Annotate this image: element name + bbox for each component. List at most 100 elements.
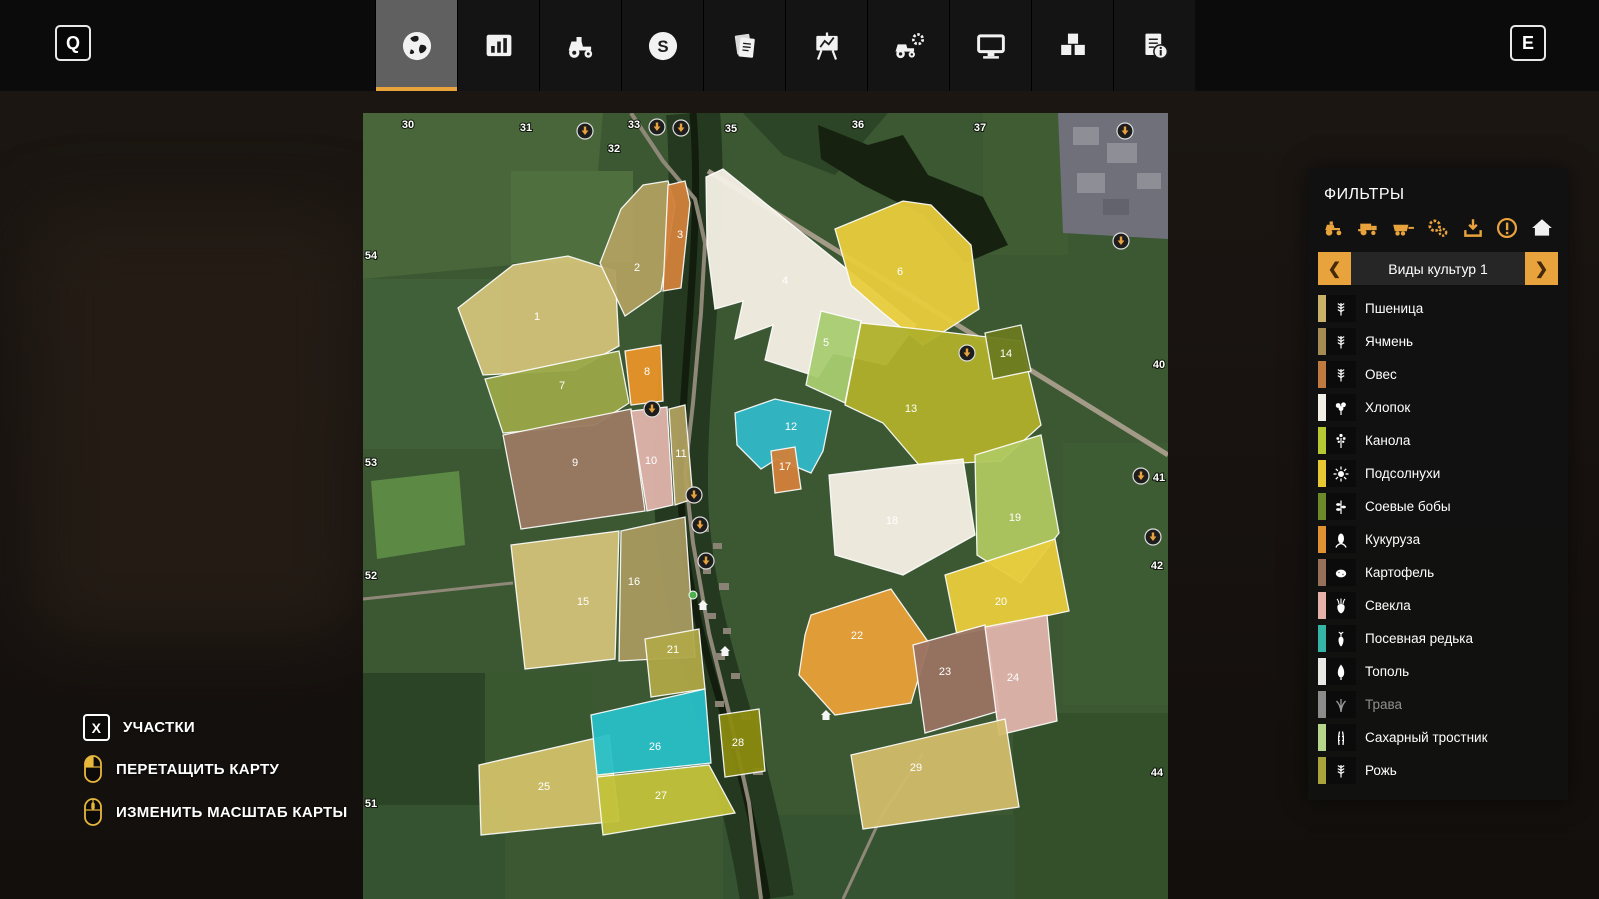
map-poi-download-icon[interactable] xyxy=(649,119,665,135)
tab-production[interactable] xyxy=(1031,0,1113,91)
category-prev-button[interactable]: ❮ xyxy=(1318,252,1351,285)
map-poi-download-icon[interactable] xyxy=(644,401,660,417)
field-number-label: 26 xyxy=(649,741,661,753)
crop-filter-row[interactable]: Свекла xyxy=(1318,590,1558,621)
crop-filter-row[interactable]: Хлопок xyxy=(1318,392,1558,423)
crop-filter-row[interactable]: Кукуруза xyxy=(1318,524,1558,555)
tab-display[interactable] xyxy=(949,0,1031,91)
poplar-icon xyxy=(1326,658,1356,685)
terrain-patch xyxy=(1073,127,1099,145)
filter-trailer-icon[interactable] xyxy=(1391,216,1415,240)
field-number-label: 7 xyxy=(559,380,565,392)
hint-label: ПЕРЕТАЩИТЬ КАРТУ xyxy=(116,761,279,778)
crop-label: Посевная редька xyxy=(1356,631,1473,646)
cotton-icon xyxy=(1326,394,1356,421)
tab-contracts[interactable] xyxy=(703,0,785,91)
map-poi-download-icon[interactable] xyxy=(673,120,689,136)
map-marker-dot xyxy=(689,591,697,599)
field-number-label: 5 xyxy=(823,337,829,349)
filter-download-icon[interactable] xyxy=(1461,216,1485,240)
crop-filter-row[interactable]: Пшеница xyxy=(1318,293,1558,324)
field-number-label: 20 xyxy=(995,596,1007,608)
filter-harvester-icon[interactable] xyxy=(1357,216,1381,240)
map-viewport[interactable]: 1234567891011121314151617181920212223242… xyxy=(363,113,1168,899)
map-field-21[interactable]: 21 xyxy=(645,629,705,697)
map-poi-download-icon[interactable] xyxy=(698,553,714,569)
sugarcane-icon xyxy=(1326,724,1356,751)
map-grid-label: 41 xyxy=(1153,472,1165,484)
tab-bar: S xyxy=(375,0,1195,91)
crop-color-swatch xyxy=(1318,394,1326,421)
grain-icon xyxy=(1326,328,1356,355)
map-poi-download-icon[interactable] xyxy=(1113,233,1129,249)
crop-filter-row[interactable]: Сахарный тростник xyxy=(1318,722,1558,753)
tab-prices[interactable] xyxy=(785,0,867,91)
filter-missions-icon[interactable] xyxy=(1495,216,1519,240)
crop-filter-row[interactable]: Посевная редька xyxy=(1318,623,1558,654)
map-building xyxy=(715,701,724,707)
map-poi-download-icon[interactable] xyxy=(1133,468,1149,484)
map-poi-download-icon[interactable] xyxy=(1145,529,1161,545)
grass-icon xyxy=(1326,691,1356,718)
terrain-patch xyxy=(371,471,465,559)
beet-icon xyxy=(1326,592,1356,619)
field-number-label: 10 xyxy=(645,455,657,467)
map-building xyxy=(731,673,740,679)
tab-statistics[interactable] xyxy=(457,0,539,91)
contracts-icon xyxy=(727,28,763,64)
crop-filter-row[interactable]: Канола xyxy=(1318,425,1558,456)
crop-filter-row[interactable]: Подсолнухи xyxy=(1318,458,1558,489)
map-building xyxy=(713,543,722,549)
crop-label: Рожь xyxy=(1356,763,1397,778)
svg-text:S: S xyxy=(657,37,668,56)
map-field-17[interactable]: 17 xyxy=(771,447,801,493)
map-field-15[interactable]: 15 xyxy=(511,531,619,669)
crop-color-swatch xyxy=(1318,460,1326,487)
crop-filter-row[interactable]: Тополь xyxy=(1318,656,1558,687)
crop-filter-row[interactable]: Ячмень xyxy=(1318,326,1558,357)
tab-map[interactable] xyxy=(375,0,457,91)
filter-tools-icon[interactable] xyxy=(1426,216,1450,240)
crop-label: Овес xyxy=(1356,367,1397,382)
crop-filter-row[interactable]: Трава xyxy=(1318,689,1558,720)
map-poi-download-icon[interactable] xyxy=(959,345,975,361)
map-building xyxy=(723,628,731,634)
map-field-8[interactable]: 8 xyxy=(625,345,663,405)
map-grid-label: 53 xyxy=(365,457,377,469)
field-number-label: 8 xyxy=(644,366,650,378)
crop-label: Ячмень xyxy=(1356,334,1413,349)
mouse-left-icon xyxy=(83,754,103,784)
map-poi-download-icon[interactable] xyxy=(1117,123,1133,139)
map-field-28[interactable]: 28 xyxy=(719,709,765,777)
field-number-label: 28 xyxy=(732,737,744,749)
filters-title: ФИЛЬТРЫ xyxy=(1308,168,1568,214)
radish-icon xyxy=(1326,625,1356,652)
key-hint-e: E xyxy=(1510,25,1546,61)
tab-help[interactable] xyxy=(1113,0,1195,91)
filter-home-icon[interactable] xyxy=(1530,216,1554,240)
field-number-label: 4 xyxy=(782,275,788,287)
filter-tractor-icon[interactable] xyxy=(1322,216,1346,240)
map-grid-label: 31 xyxy=(520,122,532,134)
field-number-label: 25 xyxy=(538,781,550,793)
crop-filter-row[interactable]: Соевые бобы xyxy=(1318,491,1558,522)
grain-icon xyxy=(1326,361,1356,388)
hint-row: ИЗМЕНИТЬ МАСШТАБ КАРТЫ xyxy=(83,797,348,827)
terrain-patch xyxy=(1137,173,1161,189)
field-number-label: 14 xyxy=(1000,348,1012,360)
tab-workshop[interactable] xyxy=(867,0,949,91)
tab-vehicles[interactable] xyxy=(539,0,621,91)
map-poi-download-icon[interactable] xyxy=(686,487,702,503)
info-icon xyxy=(1137,28,1173,64)
map-poi-download-icon[interactable] xyxy=(577,123,593,139)
crop-color-swatch xyxy=(1318,328,1326,355)
crop-filter-row[interactable]: Рожь xyxy=(1318,755,1558,786)
field-number-label: 15 xyxy=(577,596,589,608)
category-next-button[interactable]: ❯ xyxy=(1525,252,1558,285)
crop-filter-row[interactable]: Овес xyxy=(1318,359,1558,390)
map-poi-download-icon[interactable] xyxy=(692,517,708,533)
crop-filter-row[interactable]: Картофель xyxy=(1318,557,1558,588)
map-grid-label: 44 xyxy=(1151,767,1164,779)
tab-finances[interactable]: S xyxy=(621,0,703,91)
crop-color-swatch xyxy=(1318,658,1326,685)
